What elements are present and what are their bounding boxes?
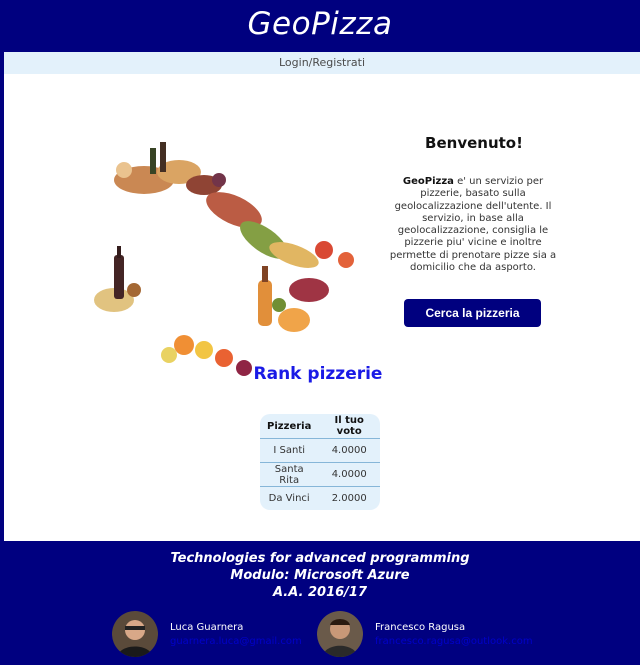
pizzeria-name: Santa Rita bbox=[260, 462, 319, 487]
italy-food-map-image bbox=[94, 142, 354, 376]
nav-bar: Login/Registrati bbox=[4, 52, 640, 74]
author-email-link[interactable]: guarnera.luca@gmail.com bbox=[170, 636, 302, 647]
welcome-text: e' un servizio per pizzerie, basato sull… bbox=[389, 176, 557, 274]
column-header-vote: Il tuo voto bbox=[318, 414, 380, 439]
main-content: Benvenuto! GeoPizza e' un servizio per p… bbox=[4, 74, 640, 541]
academic-year: A.A. 2016/17 bbox=[272, 585, 368, 600]
site-header: GeoPizza bbox=[0, 0, 640, 50]
welcome-description: GeoPizza e' un servizio per pizzerie, ba… bbox=[388, 176, 558, 274]
pizzeria-vote: 2.0000 bbox=[331, 493, 367, 504]
pizzeria-vote: 4.0000 bbox=[318, 438, 380, 463]
avatar bbox=[317, 611, 363, 657]
brand-name: GeoPizza bbox=[402, 176, 454, 187]
avatar bbox=[112, 611, 158, 657]
module-name: Modulo: Microsoft Azure bbox=[230, 568, 410, 583]
site-footer: Technologies for advanced programming Mo… bbox=[0, 545, 640, 665]
login-link[interactable]: Login/Registrati bbox=[279, 56, 365, 69]
welcome-title: Benvenuto! bbox=[425, 134, 523, 152]
course-title: Technologies for advanced programming bbox=[170, 551, 470, 566]
table-header-row: Pizzeria Il tuo voto bbox=[260, 414, 380, 439]
column-header-pizzeria: Pizzeria bbox=[260, 414, 319, 439]
author-name: Francesco Ragusa bbox=[375, 622, 466, 633]
pizzeria-name: I Santi bbox=[260, 438, 319, 463]
pizzeria-vote: 4.0000 bbox=[318, 462, 380, 487]
rank-title: Rank pizzerie bbox=[253, 364, 383, 384]
author-name: Luca Guarnera bbox=[170, 622, 244, 633]
pizzeria-name: Da Vinci bbox=[268, 493, 310, 504]
table-row: I Santi 4.0000 bbox=[260, 438, 380, 463]
author-email-link[interactable]: francesco.ragusa@outlook.com bbox=[375, 636, 533, 647]
search-pizzeria-button[interactable]: Cerca la pizzeria bbox=[404, 299, 541, 327]
rank-table: Pizzeria Il tuo voto I Santi 4.0000 Sant… bbox=[260, 414, 380, 510]
footer-credits: Technologies for advanced programming Mo… bbox=[0, 550, 640, 601]
table-row: Santa Rita 4.0000 bbox=[260, 462, 380, 487]
site-title[interactable]: GeoPizza bbox=[0, 0, 640, 48]
table-row: Da Vinci 2.0000 bbox=[260, 487, 380, 511]
